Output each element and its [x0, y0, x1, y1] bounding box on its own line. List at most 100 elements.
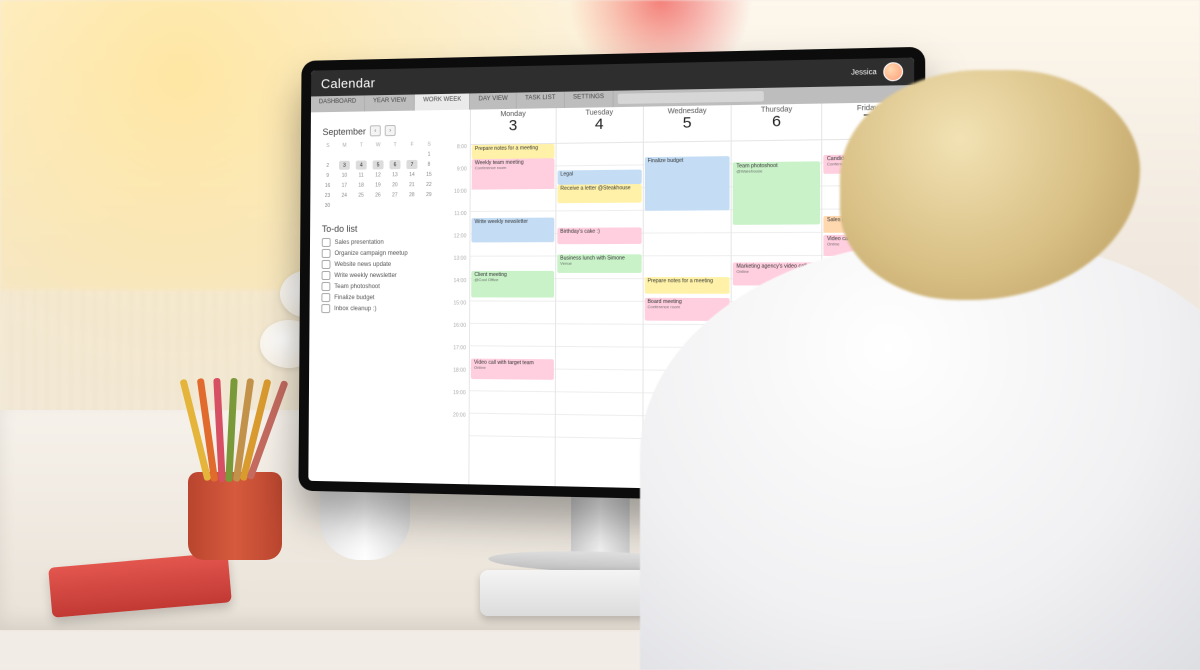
- person: [620, 30, 1200, 670]
- calendar-event[interactable]: Client meeting@Cool Office: [471, 271, 554, 298]
- mini-day-header: S: [424, 139, 435, 148]
- mini-day-cell[interactable]: 12: [373, 170, 384, 179]
- calendar-event[interactable]: Weekly team meetingConference room: [472, 158, 555, 189]
- mini-day-cell[interactable]: 9: [322, 171, 333, 180]
- hour-gutter: 8:009:0010:0011:0012:0013:0014:0015:0016…: [446, 110, 470, 485]
- todo-item[interactable]: Finalize budget: [321, 293, 438, 302]
- tab-work-week[interactable]: WORK WEEK: [415, 93, 470, 110]
- checkbox-icon[interactable]: [322, 271, 331, 280]
- mini-day-cell[interactable]: 8: [423, 160, 434, 169]
- month-label: September: [323, 126, 366, 137]
- mini-day-header: T: [356, 140, 367, 149]
- day-slots[interactable]: Prepare notes for a meetingWeekly team m…: [470, 144, 556, 438]
- todo-item[interactable]: Organize campaign meetup: [322, 249, 439, 258]
- mini-day-cell[interactable]: [339, 151, 350, 160]
- app-title: Calendar: [321, 75, 375, 91]
- mini-day-cell[interactable]: 25: [356, 191, 367, 200]
- checkbox-icon[interactable]: [322, 238, 331, 247]
- checkbox-icon[interactable]: [321, 304, 330, 313]
- todo-label: Inbox cleanup :): [334, 306, 376, 312]
- checkbox-icon[interactable]: [322, 260, 331, 269]
- mini-day-cell[interactable]: 17: [339, 181, 350, 190]
- mini-day-cell[interactable]: [356, 201, 367, 210]
- mini-day-cell[interactable]: 19: [372, 180, 383, 189]
- todo-label: Team photoshoot: [334, 284, 380, 290]
- hour-label: 11:00: [447, 211, 469, 233]
- mini-day-cell[interactable]: 26: [372, 190, 383, 199]
- todo-item[interactable]: Team photoshoot: [321, 282, 438, 291]
- mini-day-cell[interactable]: 7: [406, 160, 417, 169]
- hour-label: 19:00: [446, 390, 468, 413]
- mini-day-cell[interactable]: 29: [423, 190, 434, 199]
- day-header: Monday3: [471, 108, 556, 145]
- todo-label: Sales presentation: [335, 239, 384, 245]
- todo-item[interactable]: Write weekly newsletter: [322, 271, 439, 280]
- sidebar: September ‹ › SMTWTFS1234567891011121314…: [308, 110, 447, 484]
- hour-label: 17:00: [447, 345, 469, 368]
- todo-label: Website news update: [334, 261, 391, 267]
- todo-heading: To-do list: [322, 223, 439, 234]
- mini-day-cell[interactable]: 13: [389, 170, 400, 179]
- hour-label: 14:00: [447, 278, 469, 300]
- mini-day-cell[interactable]: 18: [356, 181, 367, 190]
- hour-label: 10:00: [447, 189, 469, 211]
- mini-day-cell[interactable]: [423, 200, 434, 209]
- mini-day-header: W: [373, 140, 384, 149]
- day-column[interactable]: Monday3Prepare notes for a meetingWeekly…: [469, 108, 556, 486]
- calendar-event[interactable]: Write weekly newsletter: [471, 218, 554, 243]
- mini-day-cell[interactable]: 27: [389, 190, 400, 199]
- hour-label: 20:00: [446, 412, 468, 435]
- mini-day-cell[interactable]: 21: [406, 180, 417, 189]
- mini-day-cell[interactable]: 1: [423, 150, 434, 159]
- mini-day-cell[interactable]: [373, 150, 384, 159]
- checkbox-icon[interactable]: [321, 293, 330, 302]
- tab-day-view[interactable]: DAY VIEW: [470, 93, 517, 110]
- todo-item[interactable]: Sales presentation: [322, 238, 439, 247]
- mini-day-cell[interactable]: 16: [322, 181, 333, 190]
- todo-item[interactable]: Website news update: [322, 260, 439, 269]
- prev-month-button[interactable]: ‹: [370, 125, 381, 136]
- checkbox-icon[interactable]: [321, 282, 330, 291]
- hour-label: 8:00: [448, 144, 470, 167]
- mini-day-cell[interactable]: 24: [339, 191, 350, 200]
- tab-settings[interactable]: SETTINGS: [565, 91, 614, 108]
- mini-day-cell[interactable]: 22: [423, 180, 434, 189]
- todo-label: Organize campaign meetup: [334, 250, 407, 256]
- todo-item[interactable]: Inbox cleanup :): [321, 304, 439, 313]
- mini-day-cell[interactable]: [389, 200, 400, 209]
- mini-day-header: S: [322, 141, 333, 150]
- mini-day-cell[interactable]: [356, 150, 367, 159]
- hour-label: 16:00: [447, 323, 469, 346]
- mini-day-cell[interactable]: 2: [322, 161, 333, 170]
- mini-day-cell[interactable]: 28: [406, 190, 417, 199]
- mini-day-cell[interactable]: [372, 200, 383, 209]
- mini-day-cell[interactable]: 23: [322, 191, 333, 200]
- mini-day-header: T: [390, 140, 401, 149]
- mini-day-cell[interactable]: 6: [389, 160, 400, 169]
- mini-day-cell[interactable]: [339, 201, 350, 210]
- mini-day-cell[interactable]: 3: [339, 161, 350, 170]
- mini-day-cell[interactable]: 10: [339, 171, 350, 180]
- mini-day-cell[interactable]: 11: [356, 171, 367, 180]
- mini-day-cell[interactable]: 30: [322, 201, 333, 210]
- hour-label: 13:00: [447, 256, 469, 278]
- mini-day-cell[interactable]: [322, 151, 333, 160]
- next-month-button[interactable]: ›: [385, 125, 396, 136]
- mini-day-cell[interactable]: 14: [406, 170, 417, 179]
- mini-day-cell[interactable]: [390, 150, 401, 159]
- mini-day-cell[interactable]: [406, 200, 417, 209]
- mini-day-cell[interactable]: 20: [389, 180, 400, 189]
- mini-day-cell[interactable]: 5: [373, 160, 384, 169]
- calendar-event[interactable]: Prepare notes for a meeting: [472, 144, 555, 159]
- mini-day-cell[interactable]: 15: [423, 170, 434, 179]
- mini-day-cell[interactable]: [406, 150, 417, 159]
- tab-year-view[interactable]: YEAR VIEW: [365, 94, 415, 111]
- todo-list: Sales presentation Organize campaign meet…: [321, 238, 439, 314]
- mini-calendar[interactable]: SMTWTFS123456789101112131415161718192021…: [322, 139, 440, 210]
- calendar-event[interactable]: Video call with target teamOnline: [471, 359, 554, 380]
- tab-task-list[interactable]: TASK LIST: [517, 92, 565, 109]
- tab-dashboard[interactable]: DASHBOARD: [311, 95, 365, 112]
- hour-label: 12:00: [447, 233, 469, 255]
- checkbox-icon[interactable]: [322, 249, 331, 258]
- mini-day-cell[interactable]: 4: [356, 160, 367, 169]
